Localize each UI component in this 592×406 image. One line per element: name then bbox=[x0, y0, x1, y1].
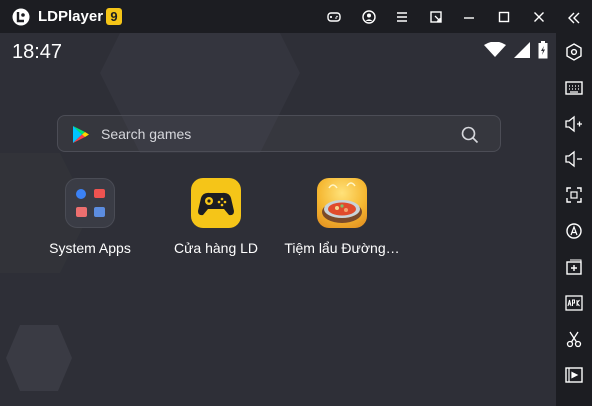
app-label: Cửa hàng LD bbox=[173, 240, 259, 256]
search-icon[interactable] bbox=[460, 125, 480, 145]
menu-icon bbox=[397, 12, 407, 22]
video-icon bbox=[565, 367, 583, 383]
version-badge: 9 bbox=[106, 8, 122, 25]
keyboard-icon bbox=[565, 81, 583, 95]
google-play-icon bbox=[73, 126, 89, 143]
volume-up-button[interactable] bbox=[562, 112, 586, 136]
fullscreen-button[interactable] bbox=[562, 183, 586, 207]
app-cua-hang-ld[interactable]: Cửa hàng LD bbox=[156, 178, 276, 256]
status-time: 18:47 bbox=[12, 41, 63, 63]
battery-charging-icon bbox=[538, 41, 548, 59]
record-video-button[interactable] bbox=[562, 363, 586, 387]
collapse-toolbar-button[interactable] bbox=[562, 6, 586, 30]
maximize-button[interactable] bbox=[494, 7, 514, 27]
add-instance-button[interactable] bbox=[562, 255, 586, 279]
rotate-icon bbox=[566, 223, 582, 239]
search-placeholder: Search games bbox=[101, 126, 192, 142]
export-icon bbox=[430, 11, 442, 23]
title-bar: LDPlayer 9 bbox=[0, 0, 592, 33]
screenshot-button[interactable] bbox=[562, 327, 586, 351]
ldplayer-window: LDPlayer 9 18:47 Search games System App… bbox=[0, 0, 592, 406]
app-label: System Apps bbox=[49, 240, 131, 256]
collapse-icon bbox=[568, 12, 580, 24]
app-title: LDPlayer bbox=[38, 8, 104, 25]
cell-signal-icon bbox=[514, 42, 530, 58]
menu-button[interactable] bbox=[392, 7, 412, 27]
volume-down-button[interactable] bbox=[562, 147, 586, 171]
maximize-icon bbox=[498, 11, 510, 23]
app-tiem-lau-duong[interactable]: Tiệm lẩu Đường… bbox=[282, 178, 402, 256]
ld-store-gamepad-icon bbox=[191, 178, 241, 228]
scissors-icon bbox=[566, 331, 582, 348]
minimize-icon bbox=[464, 17, 474, 19]
close-icon bbox=[534, 12, 544, 22]
android-home-screen[interactable]: 18:47 Search games System Apps Cửa hàng … bbox=[0, 33, 556, 406]
volume-up-icon bbox=[565, 115, 582, 133]
app-label: Tiệm lẩu Đường… bbox=[284, 240, 400, 256]
keyboard-mapping-button[interactable] bbox=[562, 76, 586, 100]
minimize-button[interactable] bbox=[459, 7, 479, 27]
search-games-bar[interactable]: Search games bbox=[57, 115, 501, 152]
gamepad-button[interactable] bbox=[324, 7, 344, 27]
gamepad-icon bbox=[327, 12, 341, 22]
volume-down-icon bbox=[565, 150, 582, 168]
export-button[interactable] bbox=[426, 7, 446, 27]
account-button[interactable] bbox=[359, 7, 379, 27]
add-instance-icon bbox=[566, 259, 582, 275]
status-icons bbox=[484, 41, 548, 59]
ldplayer-logo-icon bbox=[12, 8, 30, 26]
system-apps-folder-icon bbox=[65, 178, 115, 228]
wifi-icon bbox=[484, 42, 506, 57]
right-toolbar bbox=[556, 0, 592, 406]
fullscreen-icon bbox=[566, 187, 582, 203]
install-apk-button[interactable] bbox=[562, 291, 586, 315]
close-button[interactable] bbox=[529, 7, 549, 27]
apk-icon bbox=[565, 295, 583, 311]
app-system-apps[interactable]: System Apps bbox=[30, 178, 150, 256]
settings-icon bbox=[566, 43, 582, 61]
operation-record-button[interactable] bbox=[562, 219, 586, 243]
hotpot-game-icon bbox=[317, 178, 367, 228]
settings-button[interactable] bbox=[562, 40, 586, 64]
account-icon bbox=[362, 10, 376, 24]
